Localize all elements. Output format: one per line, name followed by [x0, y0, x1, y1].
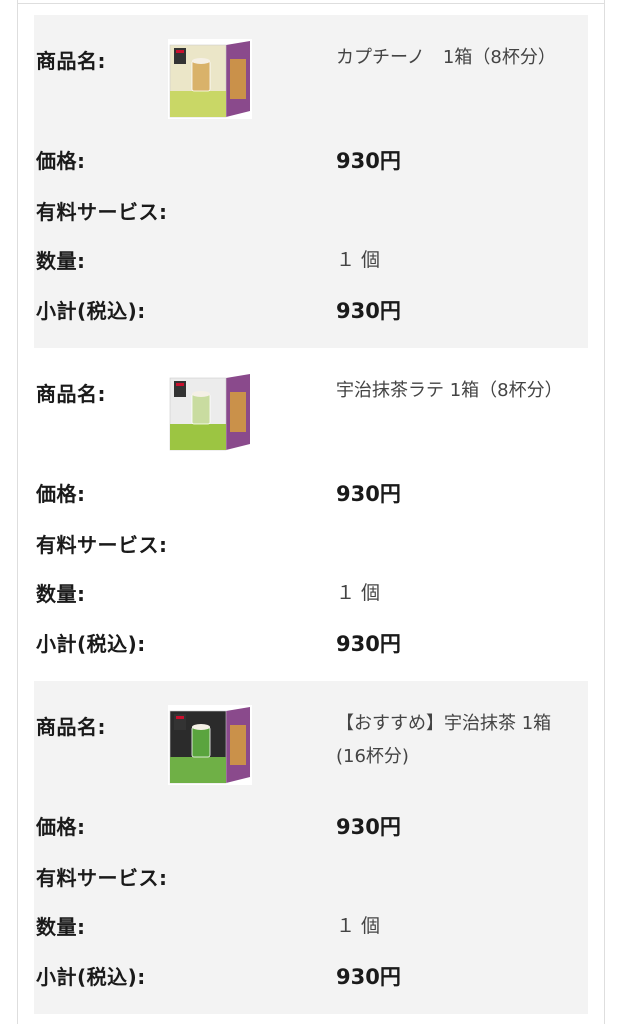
cappuccino-box-image[interactable] — [168, 39, 252, 119]
price-label: 価格: — [36, 482, 86, 506]
order-item: 商品名: カプチーノ 1箱（8杯分） 価格: 930円 有料サービス: 数量: … — [34, 15, 588, 348]
product-name-label: 商品名: — [36, 715, 106, 739]
price-value: 930円 — [336, 815, 401, 839]
product-name[interactable]: カプチーノ 1箱（8杯分） — [336, 41, 566, 74]
order-item: 商品名: 【おすすめ】宇治抹茶 1箱(16杯分) 価格: 930円 有料サービス… — [34, 681, 588, 1014]
price-label: 価格: — [36, 815, 86, 839]
subtotal-value: 930円 — [336, 299, 401, 323]
paid-service-label: 有料サービス: — [36, 533, 168, 557]
product-name[interactable]: 【おすすめ】宇治抹茶 1箱(16杯分) — [336, 707, 566, 773]
subtotal-value: 930円 — [336, 965, 401, 989]
quantity-label: 数量: — [36, 582, 86, 606]
price-label: 価格: — [36, 149, 86, 173]
paid-service-label: 有料サービス: — [36, 866, 168, 890]
price-value: 930円 — [336, 482, 401, 506]
product-name-label: 商品名: — [36, 382, 106, 406]
quantity-value: １ 個 — [336, 249, 381, 271]
subtotal-label: 小計(税込): — [36, 632, 146, 656]
quantity-label: 数量: — [36, 915, 86, 939]
quantity-value: １ 個 — [336, 915, 381, 937]
subtotal-label: 小計(税込): — [36, 299, 146, 323]
subtotal-label: 小計(税込): — [36, 965, 146, 989]
paid-service-label: 有料サービス: — [36, 200, 168, 224]
product-name[interactable]: 宇治抹茶ラテ 1箱（8杯分） — [336, 374, 566, 407]
uji-matcha-box-image[interactable] — [168, 705, 252, 785]
matcha-latte-box-image[interactable] — [168, 372, 252, 452]
quantity-value: １ 個 — [336, 582, 381, 604]
product-name-label: 商品名: — [36, 49, 106, 73]
price-value: 930円 — [336, 149, 401, 173]
order-item: 商品名: 宇治抹茶ラテ 1箱（8杯分） 価格: 930円 有料サービス: 数量:… — [34, 348, 588, 681]
quantity-label: 数量: — [36, 249, 86, 273]
subtotal-value: 930円 — [336, 632, 401, 656]
